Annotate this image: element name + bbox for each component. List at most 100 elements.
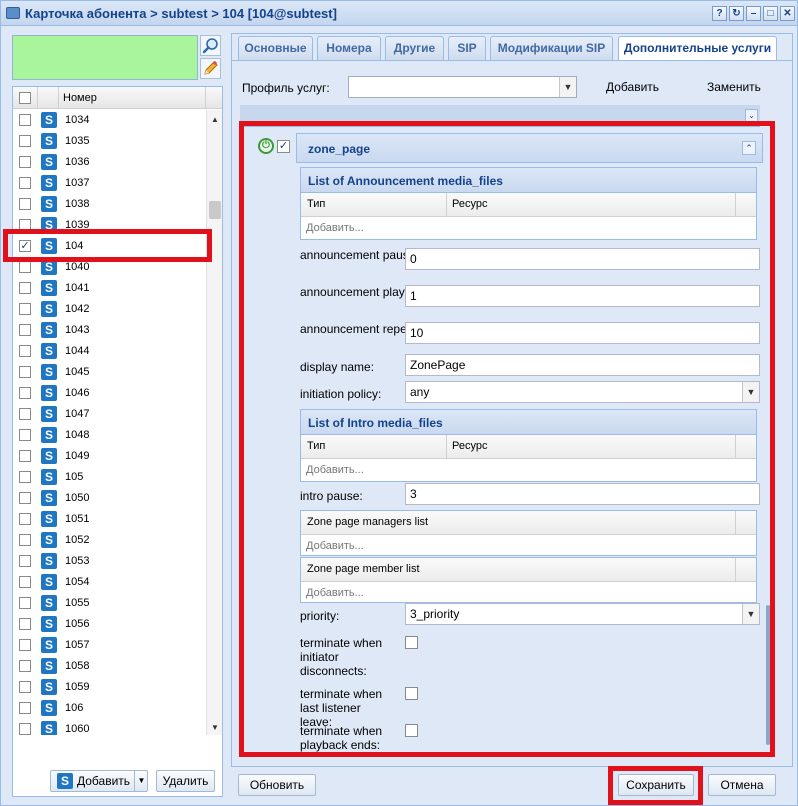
cancel-button[interactable]: Отмена [708, 774, 776, 796]
chevron-down-icon[interactable]: ▼ [559, 77, 576, 97]
profile-add-button[interactable]: Добавить [606, 80, 659, 94]
scroll-thumb[interactable] [209, 201, 221, 219]
subscriber-row[interactable]: S 1054 [13, 572, 206, 593]
subscriber-row[interactable]: S 1037 [13, 173, 206, 194]
row-checkbox[interactable] [19, 513, 31, 525]
subscriber-row[interactable]: S 1053 [13, 551, 206, 572]
zone-page-enable-checkbox[interactable]: ✓ [277, 140, 290, 153]
chevron-down-icon[interactable]: ▼ [742, 382, 759, 402]
refresh-icon[interactable]: ↻ [729, 6, 744, 21]
subscriber-row[interactable]: S 1040 [13, 257, 206, 278]
row-checkbox[interactable] [19, 324, 31, 336]
maximize-icon[interactable]: □ [763, 6, 778, 21]
subscriber-row[interactable]: S 1038 [13, 194, 206, 215]
filter-input[interactable] [12, 35, 198, 80]
column-type[interactable]: Тип [307, 198, 325, 210]
row-checkbox[interactable] [19, 639, 31, 651]
subscriber-row[interactable]: S 1051 [13, 509, 206, 530]
tab-other[interactable]: Другие [385, 36, 444, 60]
row-checkbox[interactable] [19, 303, 31, 315]
initiation-policy-select[interactable]: any ▼ [405, 381, 760, 403]
subscriber-row[interactable]: S 1042 [13, 299, 206, 320]
subscriber-row[interactable]: S 1045 [13, 362, 206, 383]
row-checkbox[interactable] [19, 282, 31, 294]
close-icon[interactable]: ✕ [780, 6, 795, 21]
row-checkbox[interactable] [19, 492, 31, 504]
row-checkbox[interactable] [19, 723, 31, 735]
row-checkbox[interactable] [19, 534, 31, 546]
subscriber-row[interactable]: S 1049 [13, 446, 206, 467]
intro-add-row[interactable]: Добавить... [301, 459, 756, 481]
add-subscriber-button[interactable]: S Добавить ▼ [50, 770, 148, 792]
members-add-row[interactable]: Добавить... [301, 582, 756, 604]
tab-sip-modifications[interactable]: Модификации SIP [490, 36, 613, 60]
row-checkbox[interactable] [19, 660, 31, 672]
priority-select[interactable]: 3_priority ▼ [405, 603, 760, 625]
row-checkbox[interactable] [19, 681, 31, 693]
row-checkbox[interactable] [19, 597, 31, 609]
column-managers[interactable]: Zone page managers list [307, 516, 428, 528]
tab-numbers[interactable]: Номера [317, 36, 381, 60]
subscriber-row[interactable]: S 1050 [13, 488, 206, 509]
zone-page-header[interactable]: zone_page ⌃ [296, 133, 763, 163]
row-checkbox[interactable] [19, 261, 31, 273]
terminate-playback-ends-checkbox[interactable] [405, 724, 418, 737]
collapse-up-icon[interactable]: ⌃ [742, 141, 756, 155]
subscriber-row[interactable]: S 1060 [13, 719, 206, 735]
column-resource[interactable]: Ресурс [452, 440, 487, 452]
window-titlebar[interactable]: Карточка абонента > subtest > 104 [104@s… [1, 1, 797, 26]
search-button[interactable] [200, 35, 221, 56]
subscriber-row[interactable]: S 1039 [13, 215, 206, 236]
row-checkbox[interactable] [19, 471, 31, 483]
column-resource[interactable]: Ресурс [452, 198, 487, 210]
row-checkbox[interactable] [19, 219, 31, 231]
row-checkbox[interactable] [19, 156, 31, 168]
row-checkbox[interactable] [19, 198, 31, 210]
row-checkbox[interactable] [19, 345, 31, 357]
tab-additional-services[interactable]: Дополнительные услуги [618, 36, 777, 60]
refresh-button[interactable]: Обновить [238, 774, 316, 796]
subscriber-row[interactable]: S 1044 [13, 341, 206, 362]
chevron-down-icon[interactable]: ▼ [742, 604, 759, 624]
row-checkbox[interactable] [19, 177, 31, 189]
subscriber-row[interactable]: S 1058 [13, 656, 206, 677]
row-checkbox[interactable] [19, 408, 31, 420]
row-checkbox[interactable]: ✓ [19, 240, 31, 252]
subscriber-row[interactable]: S 1043 [13, 320, 206, 341]
tab-basic[interactable]: Основные [238, 36, 313, 60]
profile-select[interactable]: ▼ [348, 76, 577, 98]
column-type[interactable]: Тип [307, 440, 325, 452]
row-checkbox[interactable] [19, 135, 31, 147]
column-members[interactable]: Zone page member list [307, 563, 420, 575]
row-checkbox[interactable] [19, 450, 31, 462]
row-checkbox[interactable] [19, 114, 31, 126]
terminate-last-listener-checkbox[interactable] [405, 687, 418, 700]
services-scroll-thumb[interactable] [766, 605, 770, 745]
row-checkbox[interactable] [19, 387, 31, 399]
announcement-pause-input[interactable]: 0 [405, 248, 760, 270]
row-checkbox[interactable] [19, 576, 31, 588]
subscriber-row[interactable]: S 105 [13, 467, 206, 488]
subscriber-row[interactable]: S 1047 [13, 404, 206, 425]
minimize-icon[interactable]: – [746, 6, 761, 21]
managers-add-row[interactable]: Добавить... [301, 535, 756, 557]
row-checkbox[interactable] [19, 366, 31, 378]
row-checkbox[interactable] [19, 429, 31, 441]
row-checkbox[interactable] [19, 618, 31, 630]
services-scrollbar[interactable] [763, 105, 773, 755]
profile-replace-button[interactable]: Заменить [707, 80, 761, 94]
edit-button[interactable] [200, 58, 221, 79]
terminate-initiator-checkbox[interactable] [405, 636, 418, 649]
save-button[interactable]: Сохранить [618, 774, 694, 796]
subscriber-row[interactable]: S 1036 [13, 152, 206, 173]
scroll-down-icon[interactable]: ▼ [211, 723, 219, 732]
subscriber-row[interactable]: S 106 [13, 698, 206, 719]
announcement-add-row[interactable]: Добавить... [301, 217, 756, 239]
collapse-icon[interactable]: ⌄ [745, 109, 758, 122]
row-checkbox[interactable] [19, 555, 31, 567]
announcement-playback-cnt-input[interactable]: 1 [405, 285, 760, 307]
column-number[interactable]: Номер [63, 92, 97, 104]
scroll-up-icon[interactable]: ▲ [211, 115, 219, 124]
help-icon[interactable]: ? [712, 6, 727, 21]
subscriber-row[interactable]: S 1056 [13, 614, 206, 635]
